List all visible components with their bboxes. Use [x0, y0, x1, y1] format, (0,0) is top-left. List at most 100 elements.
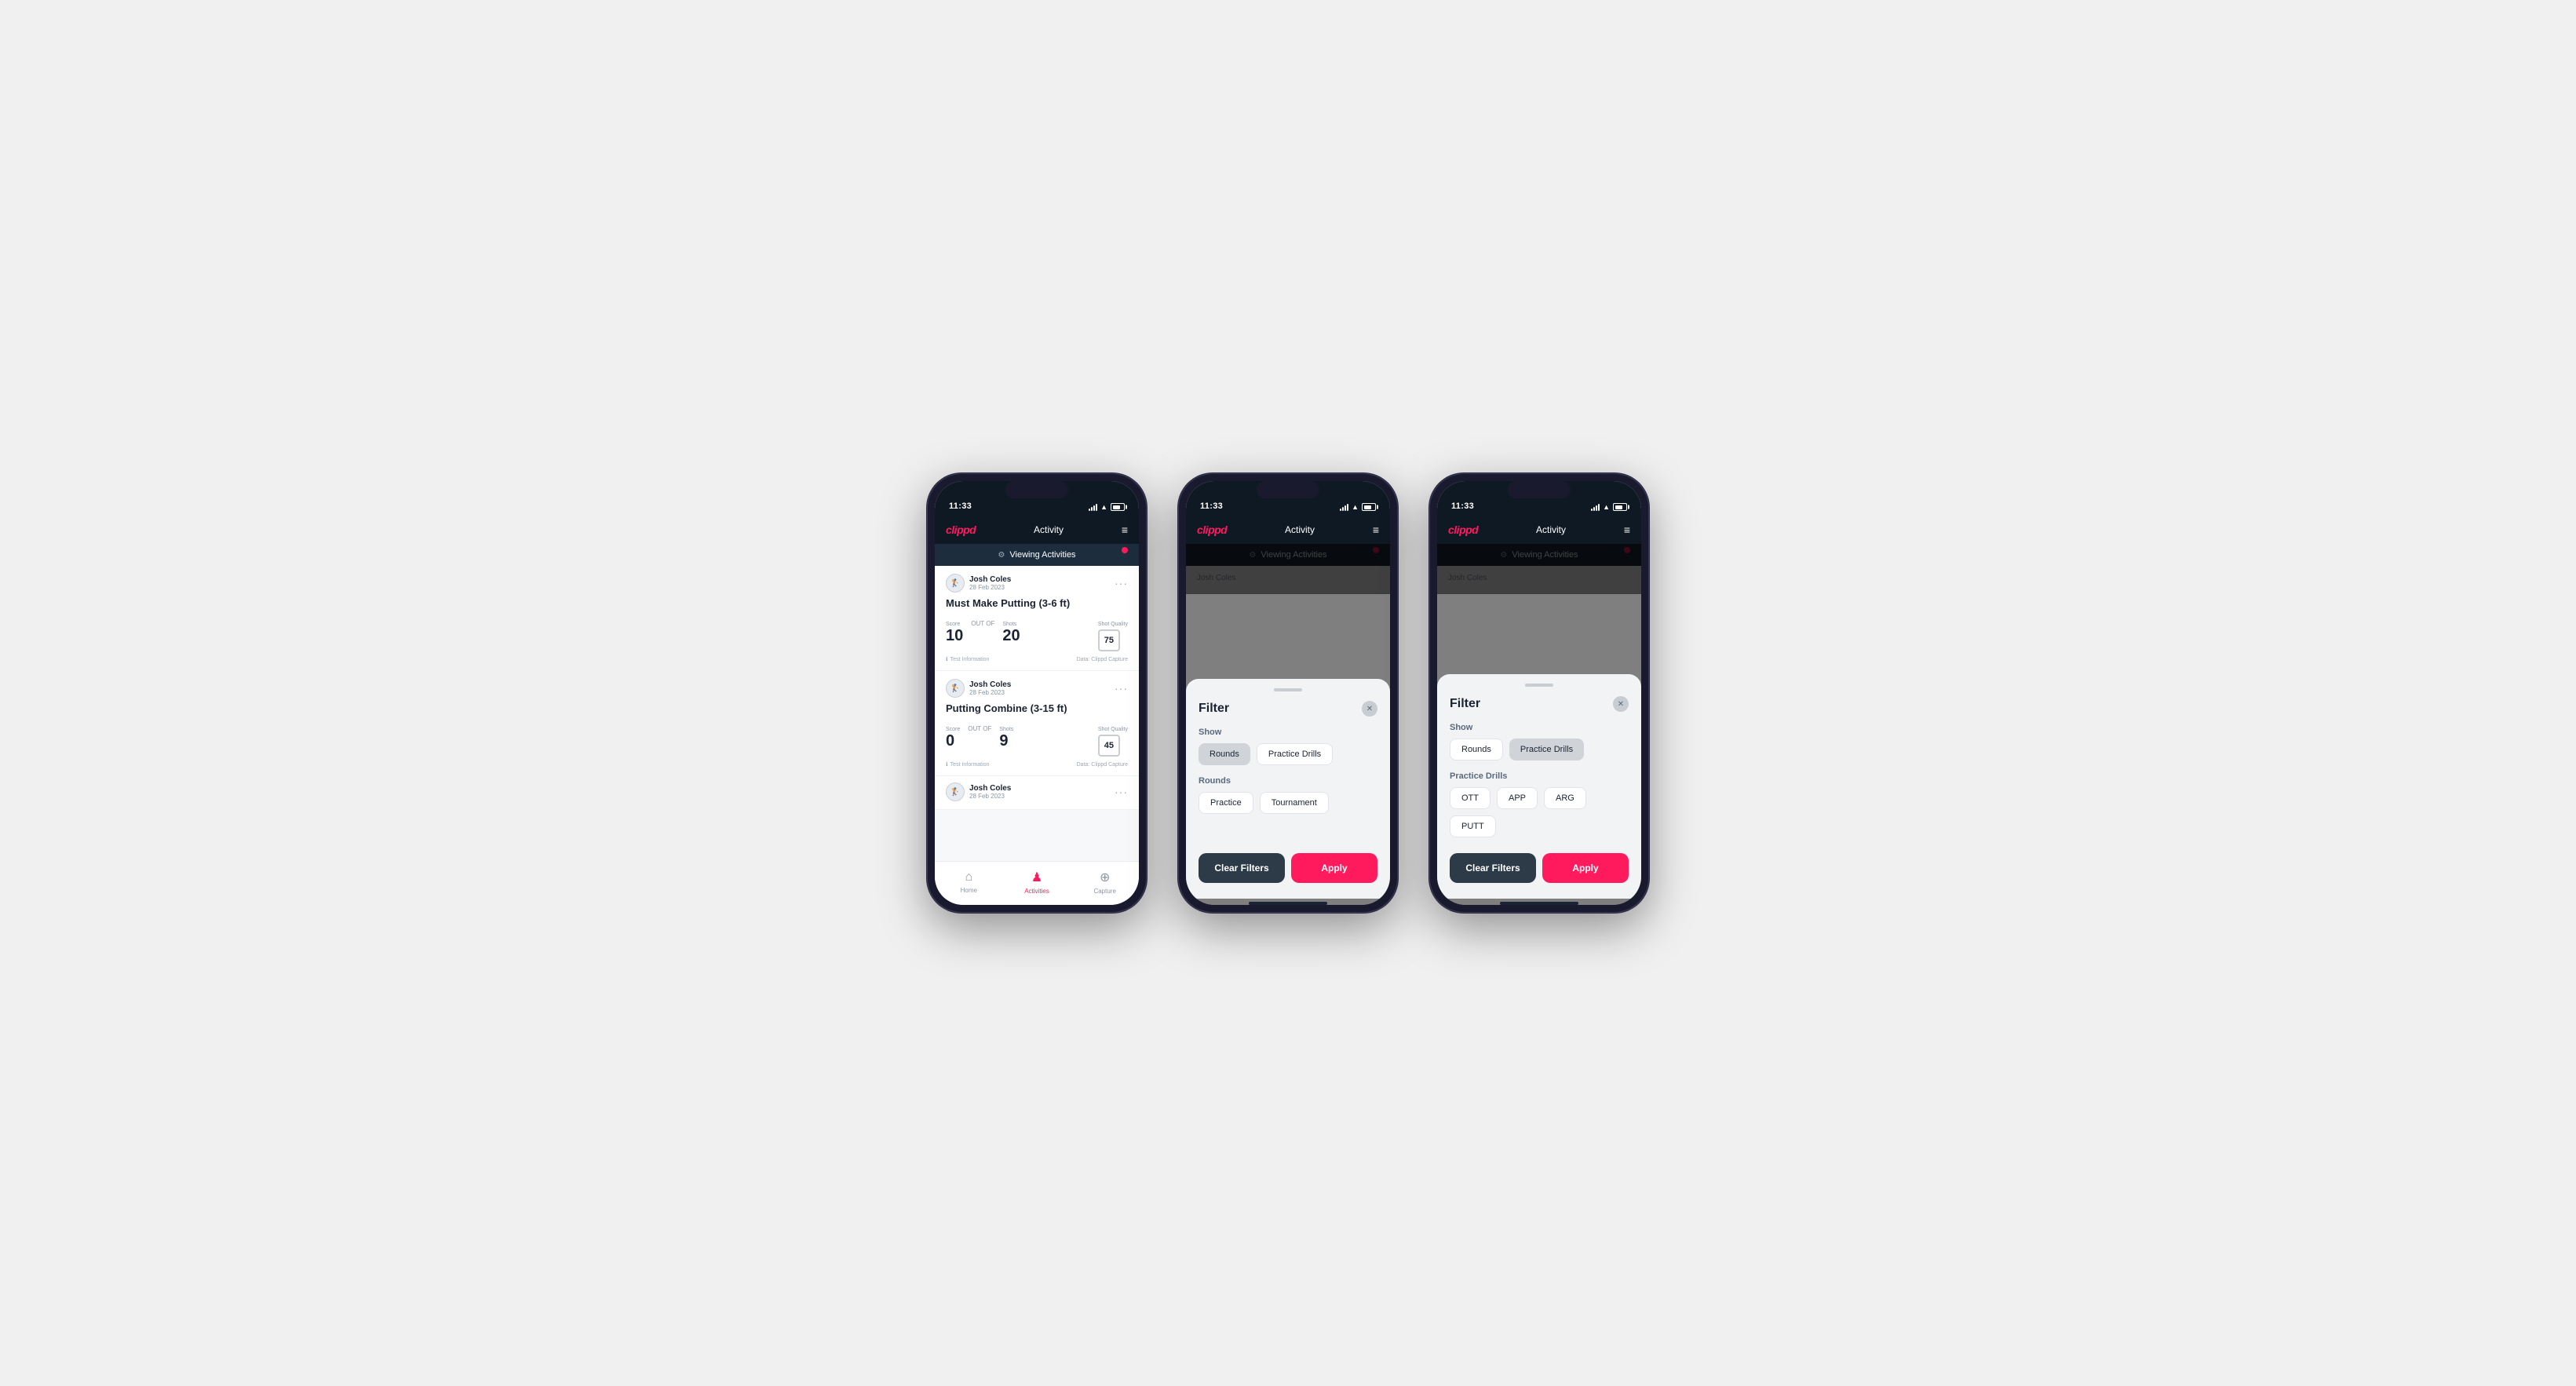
shots-label-1: Shots [1002, 622, 1020, 627]
more-dots-1[interactable]: ··· [1115, 577, 1128, 589]
more-dots-3[interactable]: ··· [1115, 786, 1128, 798]
info-icon-2: ℹ [946, 761, 948, 768]
stats-row-1: Score 10 OUT OF Shots 20 Shot Quality 75 [946, 615, 1128, 651]
card-footer-2: ℹ Test Information Data: Clippd Capture [946, 761, 1128, 768]
filter-header-2: Filter ✕ [1199, 701, 1377, 717]
drills-label-3: Practice Drills [1450, 771, 1629, 781]
filter-header-3: Filter ✕ [1450, 696, 1629, 712]
activity-card-1: 🏌 Josh Coles 28 Feb 2023 ··· Must Make P… [935, 566, 1139, 671]
clear-filters-btn-3[interactable]: Clear Filters [1450, 853, 1536, 883]
activity-title-2[interactable]: Putting Combine (3-15 ft) [946, 702, 1128, 714]
filter-close-btn-3[interactable]: ✕ [1613, 696, 1629, 712]
show-label-3: Show [1450, 723, 1629, 732]
arg-btn-3[interactable]: ARG [1544, 787, 1586, 809]
battery-fill-3 [1615, 505, 1622, 509]
show-buttons-2: Rounds Practice Drills [1199, 743, 1377, 765]
user-date-3: 28 Feb 2023 [969, 793, 1011, 800]
apply-btn-2[interactable]: Apply [1291, 853, 1377, 883]
wifi-icon-2: ▲ [1352, 503, 1359, 511]
phones-container: 11:33 ▲ clippd Activity [927, 473, 1649, 913]
spacer-1 [935, 810, 1139, 861]
tournament-btn-2[interactable]: Tournament [1260, 792, 1329, 814]
battery-icon-2 [1362, 503, 1376, 511]
filter-section-show-3: Show Rounds Practice Drills [1450, 723, 1629, 760]
app-logo-1: clippd [946, 523, 976, 536]
info-icon-1: ℹ [946, 656, 948, 662]
phone-3: 11:33 ▲ clippd Activity [1429, 473, 1649, 913]
data-source-2: Data: Clippd Capture [1077, 762, 1128, 768]
score-label-2: Score [946, 727, 960, 732]
status-icons-1: ▲ [1089, 503, 1125, 511]
signal-bar [1096, 504, 1097, 511]
stat-group-shots-2: Shots 9 [999, 727, 1013, 749]
nav-item-capture-1[interactable]: ⊕ Capture [1071, 870, 1139, 895]
capture-icon-1: ⊕ [1100, 870, 1110, 885]
test-info-1: ℹ Test Information [946, 656, 989, 662]
stats-row-2: Score 0 OUT OF Shots 9 Shot Quality 45 [946, 720, 1128, 757]
signal-bar [1091, 507, 1093, 511]
clear-filters-btn-2[interactable]: Clear Filters [1199, 853, 1285, 883]
apply-btn-3[interactable]: Apply [1542, 853, 1629, 883]
nav-bar-1: clippd Activity ≡ [935, 516, 1139, 544]
nav-item-home-1[interactable]: ⌂ Home [935, 870, 1003, 894]
phone-2: 11:33 ▲ clippd Activity [1178, 473, 1398, 913]
avatar-1: 🏌 [946, 574, 965, 593]
activity-title-1[interactable]: Must Make Putting (3-6 ft) [946, 597, 1128, 609]
hamburger-icon-3[interactable]: ≡ [1624, 524, 1630, 535]
filter-close-btn-2[interactable]: ✕ [1362, 701, 1377, 717]
sq-label-1: Shot Quality [1098, 622, 1128, 627]
home-indicator-2 [1249, 902, 1327, 905]
rounds-btn-3[interactable]: Rounds [1450, 739, 1503, 760]
rounds-label-2: Rounds [1199, 776, 1377, 786]
user-details-1: Josh Coles 28 Feb 2023 [969, 575, 1011, 591]
putt-btn-3[interactable]: PUTT [1450, 815, 1496, 837]
activity-card-3: 🏌 Josh Coles 28 Feb 2023 ··· [935, 776, 1139, 810]
practice-drills-btn-2[interactable]: Practice Drills [1257, 743, 1333, 765]
rounds-btn-2[interactable]: Rounds [1199, 743, 1250, 765]
nav-item-activities-1[interactable]: ♟ Activities [1003, 870, 1071, 895]
home-label-1: Home [961, 887, 977, 894]
avatar-3: 🏌 [946, 782, 965, 801]
signal-bar [1598, 504, 1600, 511]
filter-title-3: Filter [1450, 697, 1480, 711]
sheet-handle-3 [1525, 684, 1553, 687]
filter-section-drills-3: Practice Drills OTT APP ARG PUTT [1450, 771, 1629, 837]
score-label-1: Score [946, 622, 963, 627]
wifi-icon-1: ▲ [1100, 503, 1107, 511]
out-of-1: OUT OF [971, 620, 994, 627]
bottom-nav-1: ⌂ Home ♟ Activities ⊕ Capture [935, 861, 1139, 905]
app-logo-3: clippd [1448, 523, 1478, 536]
hamburger-icon-1[interactable]: ≡ [1122, 524, 1128, 535]
more-dots-2[interactable]: ··· [1115, 682, 1128, 695]
app-btn-3[interactable]: APP [1497, 787, 1538, 809]
filter-actions-3: Clear Filters Apply [1450, 853, 1629, 883]
content-1: ⚙ Viewing Activities 🏌 Josh Coles [935, 544, 1139, 861]
filter-sheet-3: Filter ✕ Show Rounds Practice Drills Pra… [1437, 674, 1641, 899]
signal-bars-3 [1591, 503, 1600, 511]
activities-icon-1: ♟ [1031, 870, 1042, 885]
signal-bars-2 [1340, 503, 1348, 511]
user-date-1: 28 Feb 2023 [969, 584, 1011, 591]
rounds-buttons-2: Practice Tournament [1199, 792, 1377, 814]
show-buttons-3: Rounds Practice Drills [1450, 739, 1629, 760]
filter-dot-1 [1122, 547, 1128, 553]
signal-bar [1347, 504, 1348, 511]
user-info-3: 🏌 Josh Coles 28 Feb 2023 [946, 782, 1011, 801]
filter-section-rounds-2: Rounds Practice Tournament [1199, 776, 1377, 814]
viewing-banner-1[interactable]: ⚙ Viewing Activities [935, 544, 1139, 566]
signal-bar [1089, 509, 1090, 511]
filter-actions-2: Clear Filters Apply [1199, 853, 1377, 883]
signal-bar [1345, 505, 1346, 511]
filter-icon-1: ⚙ [998, 551, 1005, 560]
hamburger-icon-2[interactable]: ≡ [1373, 524, 1379, 535]
ott-btn-3[interactable]: OTT [1450, 787, 1491, 809]
nav-title-2: Activity [1285, 524, 1315, 535]
signal-bar [1093, 505, 1095, 511]
stat-group-shots-1: Shots 20 [1002, 622, 1020, 644]
practice-drills-btn-3[interactable]: Practice Drills [1509, 739, 1584, 760]
practice-round-btn-2[interactable]: Practice [1199, 792, 1253, 814]
battery-icon-3 [1613, 503, 1627, 511]
shots-value-1: 20 [1002, 628, 1020, 644]
status-icons-3: ▲ [1591, 503, 1627, 511]
shots-value-2: 9 [999, 733, 1013, 749]
